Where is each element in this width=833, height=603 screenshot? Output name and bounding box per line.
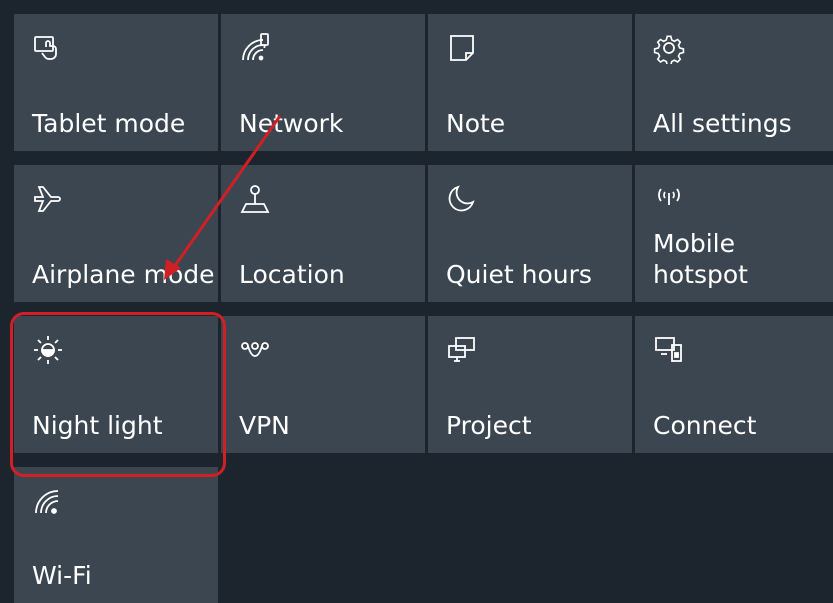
moon-icon	[446, 183, 478, 215]
note-icon	[446, 32, 478, 64]
action-center-quick-actions: Tablet mode Network Note All settings Ai…	[0, 0, 833, 603]
tile-mobile-hotspot[interactable]: Mobile hotspot	[635, 165, 833, 302]
tile-night-light[interactable]: Night light	[14, 316, 218, 453]
tile-network[interactable]: Network	[221, 14, 425, 151]
wifi-icon	[32, 485, 64, 517]
sun-icon	[32, 334, 64, 366]
tile-label: Location	[239, 260, 345, 289]
vpn-icon	[239, 334, 271, 366]
tile-project[interactable]: Project	[428, 316, 632, 453]
tile-wifi[interactable]: Wi-Fi	[14, 467, 218, 603]
tile-location[interactable]: Location	[221, 165, 425, 302]
tile-label: Wi-Fi	[32, 561, 92, 590]
tile-quiet-hours[interactable]: Quiet hours	[428, 165, 632, 302]
tile-label: VPN	[239, 411, 290, 440]
tile-label: Night light	[32, 411, 163, 440]
tile-label: Mobile hotspot	[653, 229, 748, 289]
hotspot-icon	[653, 183, 685, 215]
tile-label: All settings	[653, 109, 792, 138]
tile-tablet-mode[interactable]: Tablet mode	[14, 14, 218, 151]
location-icon	[239, 183, 271, 215]
tile-label: Quiet hours	[446, 260, 592, 289]
tile-airplane-mode[interactable]: Airplane mode	[14, 165, 218, 302]
tile-label: Connect	[653, 411, 757, 440]
tile-vpn[interactable]: VPN	[221, 316, 425, 453]
tile-all-settings[interactable]: All settings	[635, 14, 833, 151]
tablet-mode-icon	[32, 32, 64, 64]
tile-label: Note	[446, 109, 506, 138]
tile-note[interactable]: Note	[428, 14, 632, 151]
airplane-icon	[32, 183, 64, 215]
tile-label: Tablet mode	[32, 109, 186, 138]
tile-label: Project	[446, 411, 532, 440]
tile-label: Airplane mode	[32, 260, 215, 289]
tile-label: Network	[239, 109, 344, 138]
gear-icon	[653, 32, 685, 64]
tile-connect[interactable]: Connect	[635, 316, 833, 453]
connect-icon	[653, 334, 685, 366]
project-icon	[446, 334, 478, 366]
network-icon	[239, 32, 271, 64]
